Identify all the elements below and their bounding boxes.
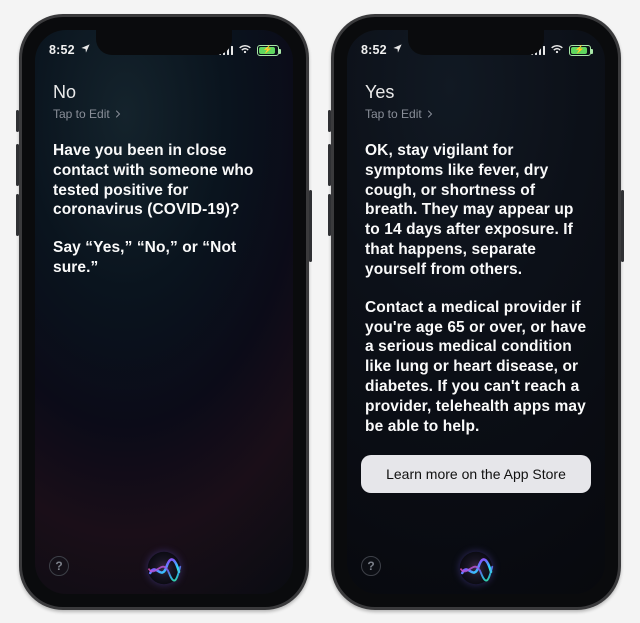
siri-orb-icon[interactable] (456, 548, 496, 588)
location-arrow-icon (392, 43, 403, 57)
learn-more-app-store-button[interactable]: Learn more on the App Store (361, 455, 591, 493)
notch (408, 30, 544, 55)
user-utterance: Yes (365, 82, 587, 103)
iphone-left: 8:52 ⚡ No (19, 14, 309, 610)
wifi-icon (238, 43, 252, 57)
notch (96, 30, 232, 55)
mute-switch[interactable] (16, 110, 19, 132)
power-button[interactable] (309, 190, 312, 262)
siri-response: Have you been in close contact with some… (35, 127, 293, 278)
siri-paragraph: OK, stay vigilant for symptoms like feve… (365, 141, 587, 280)
user-utterance-row: No Tap to Edit (35, 64, 293, 127)
tap-to-edit-button[interactable]: Tap to Edit (53, 107, 122, 121)
power-button[interactable] (621, 190, 624, 262)
siri-paragraph: Contact a medical provider if you're age… (365, 298, 587, 437)
help-icon: ? (55, 559, 62, 573)
status-time: 8:52 (49, 43, 75, 57)
tap-to-edit-label: Tap to Edit (365, 107, 422, 121)
device-bezel: 8:52 ⚡ No (22, 17, 306, 607)
iphone-right: 8:52 ⚡ Yes (331, 14, 621, 610)
cta-label: Learn more on the App Store (386, 466, 566, 482)
user-utterance: No (53, 82, 275, 103)
device-bezel: 8:52 ⚡ Yes (334, 17, 618, 607)
volume-down-button[interactable] (16, 194, 19, 236)
wifi-icon (550, 43, 564, 57)
volume-up-button[interactable] (328, 144, 331, 186)
help-icon: ? (367, 559, 374, 573)
siri-orb-icon[interactable] (144, 548, 184, 588)
siri-paragraph: Have you been in close contact with some… (53, 141, 275, 220)
tap-to-edit-button[interactable]: Tap to Edit (365, 107, 434, 121)
siri-paragraph: Say “Yes,” “No,” or “Not sure.” (53, 238, 275, 278)
screen: 8:52 ⚡ Yes (347, 30, 605, 594)
user-utterance-row: Yes Tap to Edit (347, 64, 605, 127)
mute-switch[interactable] (328, 110, 331, 132)
screen: 8:52 ⚡ No (35, 30, 293, 594)
status-time: 8:52 (361, 43, 387, 57)
volume-up-button[interactable] (16, 144, 19, 186)
volume-down-button[interactable] (328, 194, 331, 236)
help-button[interactable]: ? (49, 556, 69, 576)
siri-response: OK, stay vigilant for symptoms like feve… (347, 127, 605, 437)
chevron-right-icon (114, 110, 122, 118)
tap-to-edit-label: Tap to Edit (53, 107, 110, 121)
chevron-right-icon (426, 110, 434, 118)
battery-icon: ⚡ (569, 45, 591, 56)
battery-icon: ⚡ (257, 45, 279, 56)
help-button[interactable]: ? (361, 556, 381, 576)
location-arrow-icon (80, 43, 91, 57)
